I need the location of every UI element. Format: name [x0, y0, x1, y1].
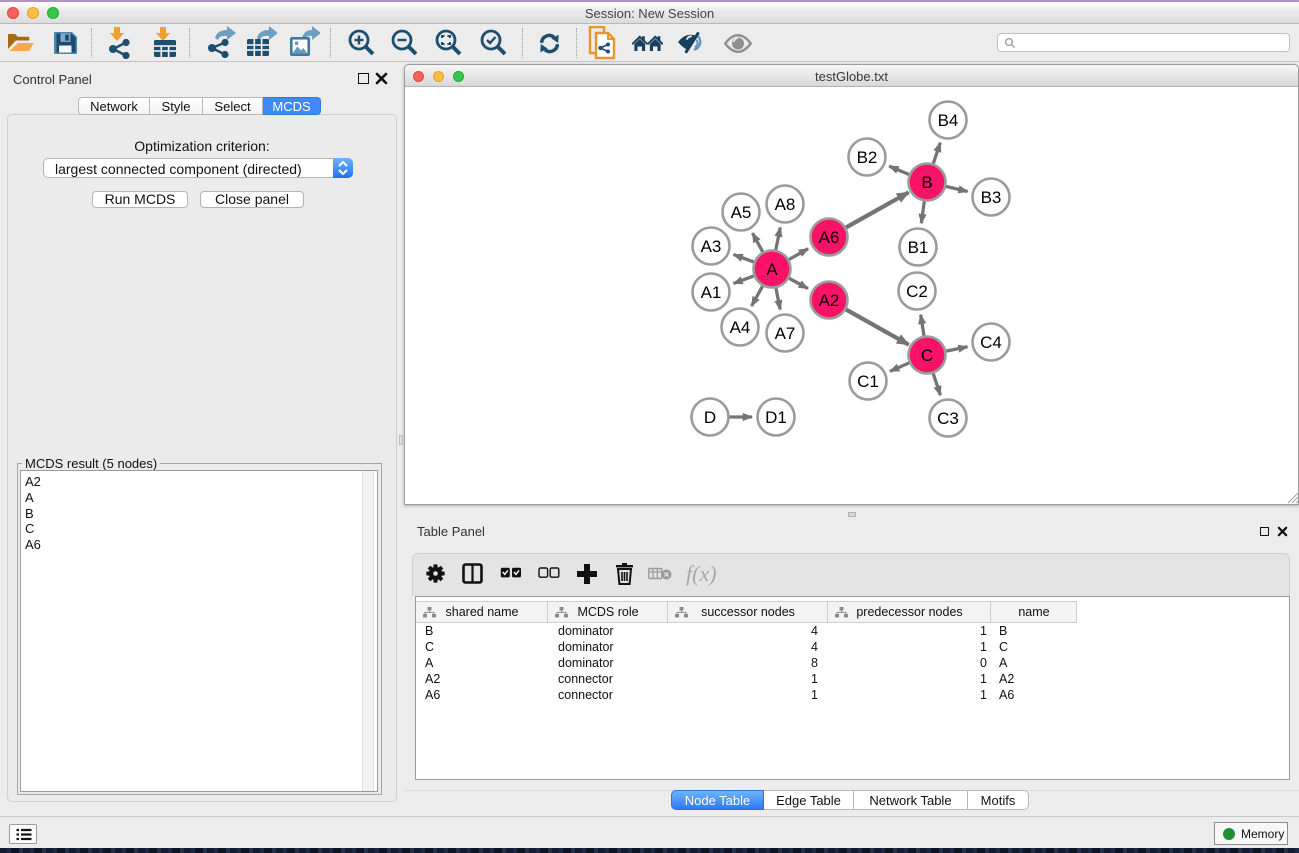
- svg-text:A4: A4: [730, 318, 751, 337]
- svg-text:A1: A1: [701, 283, 722, 302]
- svg-text:A6: A6: [819, 228, 840, 247]
- svg-text:B1: B1: [908, 238, 929, 257]
- svg-text:C3: C3: [937, 409, 959, 428]
- svg-text:A8: A8: [775, 195, 796, 214]
- svg-text:D: D: [704, 408, 716, 427]
- svg-text:D1: D1: [765, 408, 787, 427]
- svg-text:A5: A5: [731, 203, 752, 222]
- svg-text:A3: A3: [701, 237, 722, 256]
- svg-text:B4: B4: [938, 111, 959, 130]
- svg-text:A2: A2: [819, 291, 840, 310]
- svg-text:A: A: [766, 260, 778, 279]
- svg-text:C1: C1: [857, 372, 879, 391]
- svg-text:C4: C4: [980, 333, 1002, 352]
- svg-text:B2: B2: [857, 148, 878, 167]
- svg-text:B3: B3: [981, 188, 1002, 207]
- svg-text:B: B: [921, 173, 932, 192]
- svg-text:A7: A7: [775, 324, 796, 343]
- svg-text:C: C: [921, 346, 933, 365]
- svg-text:C2: C2: [906, 282, 928, 301]
